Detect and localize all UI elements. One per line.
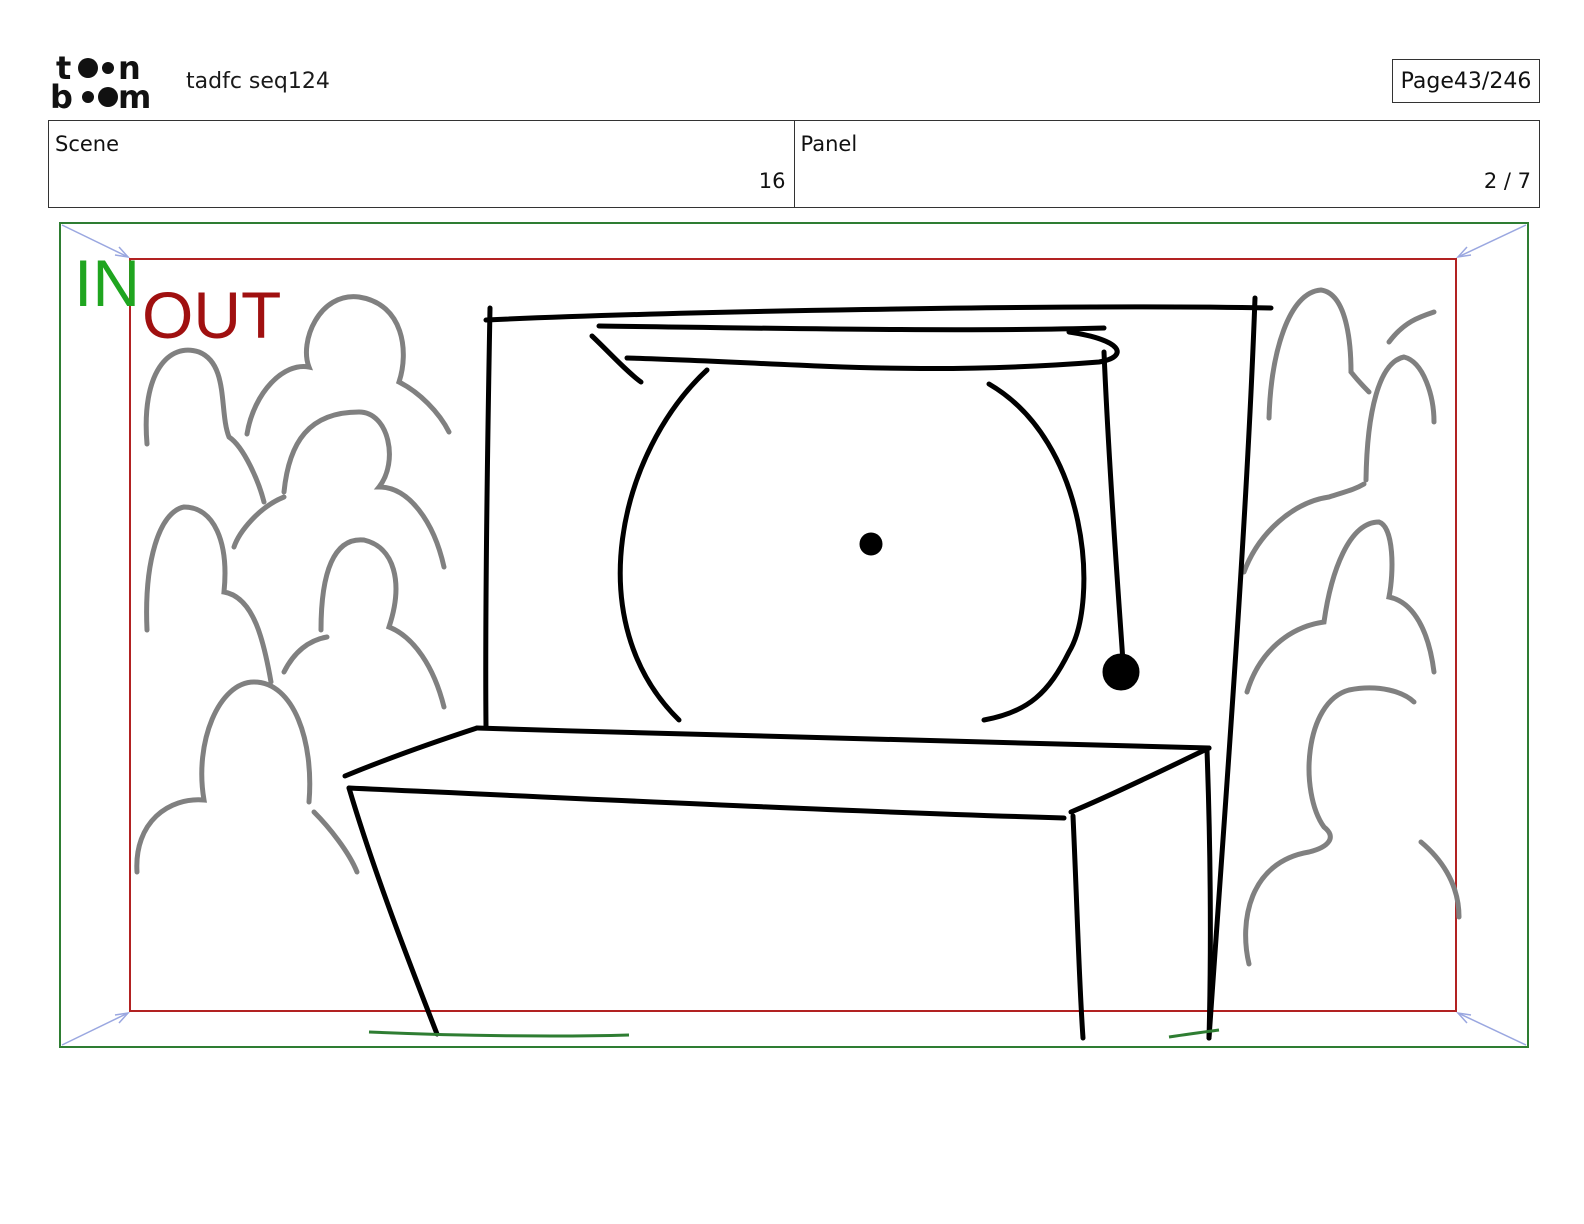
edge-mark: [368, 1030, 630, 1038]
toonboom-logo: t n b m: [50, 50, 166, 112]
scene-panel-table: Scene 16 Panel 2 / 7: [48, 120, 1540, 208]
scene-label: Scene: [55, 132, 120, 156]
svg-text:m: m: [118, 78, 151, 112]
scene-cell: Scene 16: [49, 121, 794, 207]
page-number: 43/246: [1453, 68, 1532, 94]
camera-arrows: [61, 224, 1527, 1046]
panel-cell: Panel 2 / 7: [793, 121, 1540, 207]
svg-text:b: b: [50, 78, 73, 112]
in-marker: IN: [74, 246, 140, 320]
panel-number: 2 / 7: [1483, 169, 1531, 193]
page-label: Page: [1400, 68, 1454, 94]
page-indicator: Page 43/246: [1392, 59, 1540, 103]
scene-number: 16: [758, 169, 786, 193]
project-title: tadfc seq124: [186, 69, 330, 94]
gong-sketch: [342, 295, 1274, 1041]
crowd-figures: [134, 287, 1462, 967]
title-frame: [129, 258, 1457, 1012]
panel-label: Panel: [800, 132, 858, 156]
out-marker: OUT: [142, 278, 282, 352]
